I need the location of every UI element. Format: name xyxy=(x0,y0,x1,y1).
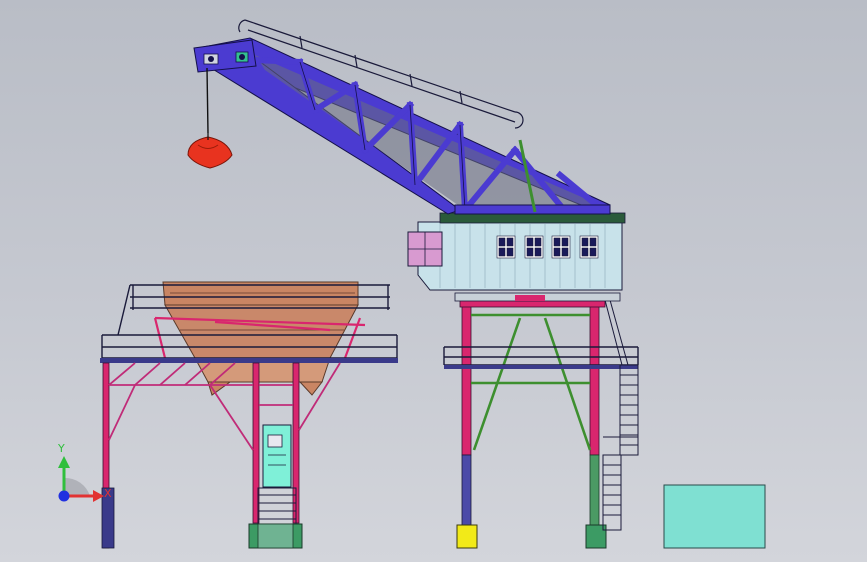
jib-head xyxy=(193,39,257,73)
cad-viewport[interactable]: Y X xyxy=(0,0,867,562)
model-scene[interactable] xyxy=(0,0,867,562)
portal-braces xyxy=(471,313,592,451)
portal-deck-railing xyxy=(443,346,639,366)
leg-foot-yellow xyxy=(456,524,478,549)
hopper-platform xyxy=(100,281,398,549)
ground-block xyxy=(663,484,766,549)
access-stairs xyxy=(602,299,639,531)
triad-origin xyxy=(58,490,70,502)
portal-deck-beam xyxy=(444,365,638,369)
slewing-ring xyxy=(454,292,621,302)
x-axis-label: X xyxy=(104,487,112,500)
portal-legs xyxy=(456,304,607,549)
equipment-cabinet xyxy=(262,424,292,488)
operator-cab xyxy=(407,212,626,291)
crane-jib xyxy=(193,19,611,215)
y-axis-label: Y xyxy=(58,442,65,455)
grab-bucket xyxy=(187,133,233,169)
coordinate-triad xyxy=(58,456,104,502)
y-axis-arrowhead xyxy=(58,456,70,468)
hopper-ladder xyxy=(257,487,297,525)
hoist-cable xyxy=(206,67,209,134)
hopper-deck-beam xyxy=(100,358,398,363)
